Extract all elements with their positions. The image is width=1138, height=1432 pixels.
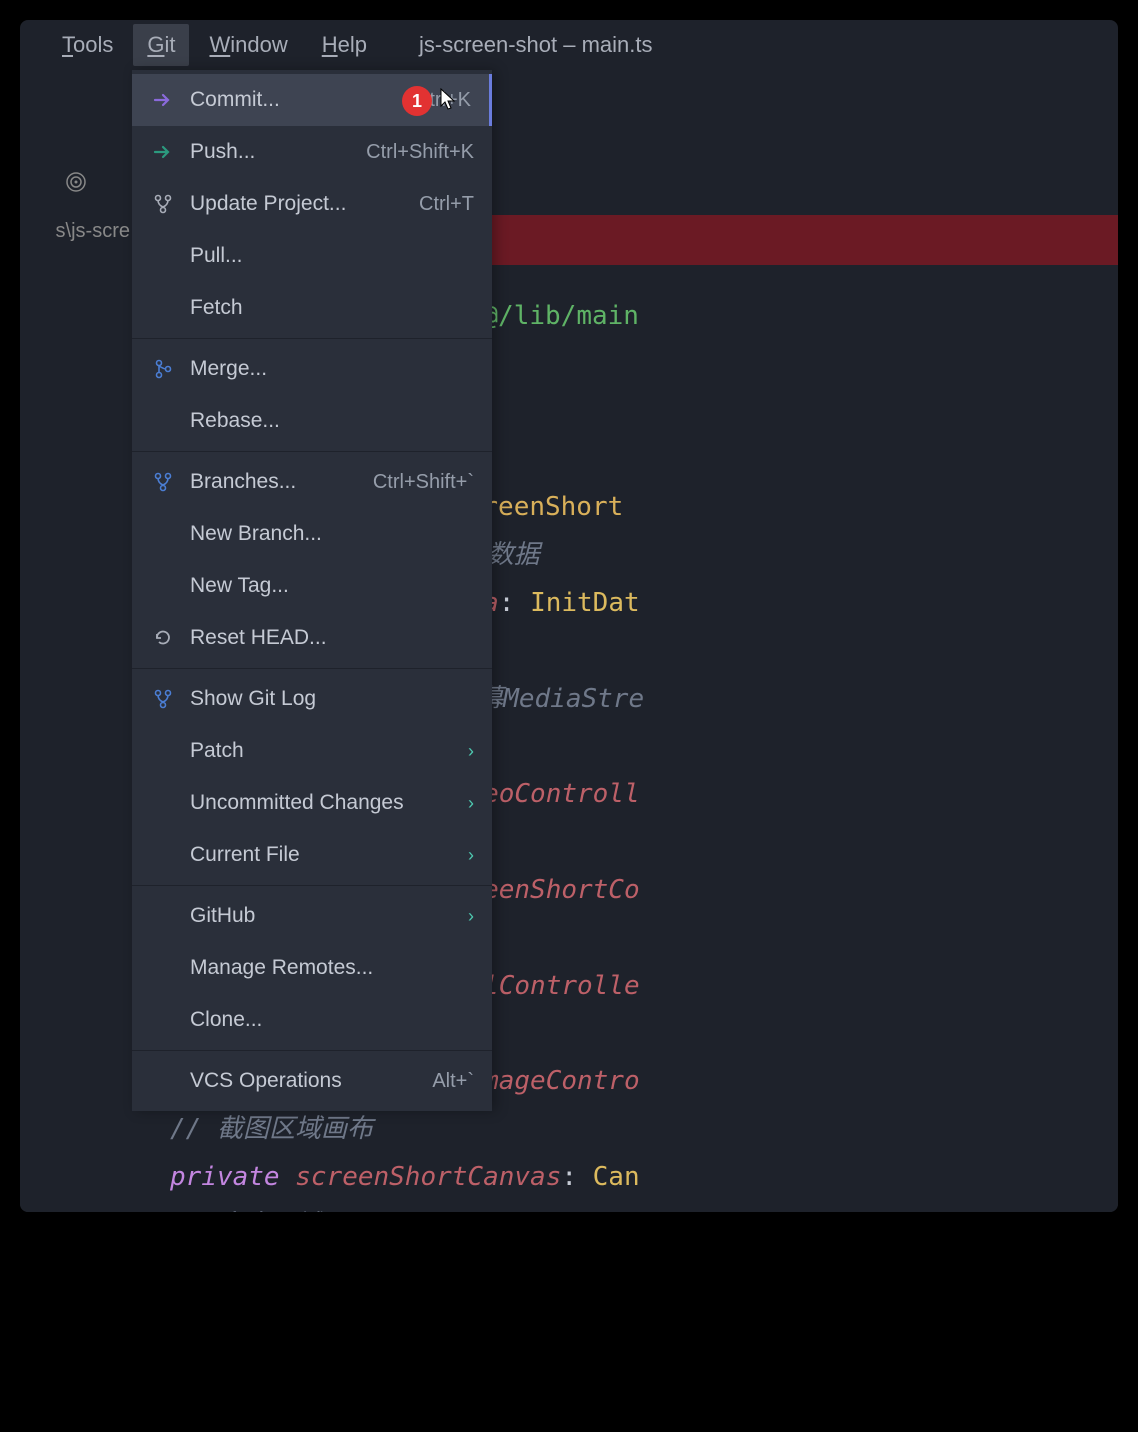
menu-item-label: Commit...: [190, 88, 415, 112]
menu-item-label: Uncommitted Changes: [190, 791, 468, 815]
menu-tools[interactable]: Tools: [48, 24, 127, 66]
menu-item-current-file[interactable]: Current File›: [132, 829, 492, 881]
menu-item-uncommitted-changes[interactable]: Uncommitted Changes›: [132, 777, 492, 829]
menu-item-pull[interactable]: Pull...: [132, 230, 492, 282]
menu-item-label: Show Git Log: [190, 687, 474, 711]
submenu-arrow-icon: ›: [468, 845, 474, 866]
menu-item-vcs-operations[interactable]: VCS OperationsAlt+`: [132, 1055, 492, 1107]
menu-item-commit[interactable]: Commit...Ctrl+K1: [132, 74, 492, 126]
menu-item-github[interactable]: GitHub›: [132, 890, 492, 942]
menu-item-label: VCS Operations: [190, 1069, 432, 1093]
menu-item-label: Current File: [190, 843, 468, 867]
menu-item-new-branch[interactable]: New Branch...: [132, 508, 492, 560]
ide-window: Tools Git Window Help js-screen-shot – m…: [20, 20, 1118, 1212]
menu-shortcut: Alt+`: [432, 1070, 474, 1093]
menu-item-label: Pull...: [190, 244, 474, 268]
commit-arrow-icon: [150, 91, 176, 109]
menu-item-label: New Branch...: [190, 522, 474, 546]
submenu-arrow-icon: ›: [468, 906, 474, 927]
reset-icon: [150, 628, 176, 648]
menu-separator: [132, 668, 492, 669]
menu-item-label: Update Project...: [190, 192, 419, 216]
submenu-arrow-icon: ›: [468, 741, 474, 762]
menu-git[interactable]: Git: [133, 24, 189, 66]
menu-item-fetch[interactable]: Fetch: [132, 282, 492, 334]
menu-item-label: Rebase...: [190, 409, 474, 433]
menu-item-label: New Tag...: [190, 574, 474, 598]
menu-separator: [132, 338, 492, 339]
branch-v-icon: [150, 472, 176, 492]
target-icon[interactable]: [20, 170, 132, 200]
menu-item-clone[interactable]: Clone...: [132, 994, 492, 1046]
window-title: js-screen-shot – main.ts: [419, 32, 653, 58]
menu-item-new-tag[interactable]: New Tag...: [132, 560, 492, 612]
menu-item-label: Patch: [190, 739, 468, 763]
menu-shortcut: Ctrl+Shift+K: [366, 141, 474, 164]
menu-shortcut: Ctrl+T: [419, 193, 474, 216]
content-area: s\js-scre Commit...Ctrl+K1Push...Ctrl+Sh…: [20, 70, 1118, 1212]
menubar: Tools Git Window Help js-screen-shot – m…: [20, 20, 1118, 70]
menu-item-merge[interactable]: Merge...: [132, 343, 492, 395]
merge-icon: [150, 359, 176, 379]
menu-item-patch[interactable]: Patch›: [132, 725, 492, 777]
menu-item-manage-remotes[interactable]: Manage Remotes...: [132, 942, 492, 994]
menu-item-label: Reset HEAD...: [190, 626, 474, 650]
push-arrow-icon: [150, 143, 176, 161]
menu-item-label: Branches...: [190, 470, 373, 494]
menu-shortcut: Ctrl+Shift+`: [373, 471, 474, 494]
git-dropdown-menu: Commit...Ctrl+K1Push...Ctrl+Shift+KUpdat…: [132, 70, 492, 1111]
menu-item-update-project[interactable]: Update Project...Ctrl+T: [132, 178, 492, 230]
menu-item-label: Push...: [190, 140, 366, 164]
menu-item-branches[interactable]: Branches...Ctrl+Shift+`: [132, 456, 492, 508]
left-sidebar: s\js-scre: [20, 70, 132, 1212]
branch-v-icon: [150, 194, 176, 214]
menu-item-label: GitHub: [190, 904, 468, 928]
cursor-icon: [440, 88, 458, 110]
menu-item-rebase[interactable]: Rebase...: [132, 395, 492, 447]
project-label: s\js-scre: [20, 220, 132, 243]
menu-separator: [132, 451, 492, 452]
menu-item-label: Merge...: [190, 357, 474, 381]
menu-item-label: Manage Remotes...: [190, 956, 474, 980]
submenu-arrow-icon: ›: [468, 793, 474, 814]
annotation-badge: 1: [402, 86, 432, 116]
menu-item-show-git-log[interactable]: Show Git Log: [132, 673, 492, 725]
menu-separator: [132, 1050, 492, 1051]
menu-help[interactable]: Help: [308, 24, 381, 66]
menu-window[interactable]: Window: [195, 24, 301, 66]
menu-item-reset-head[interactable]: Reset HEAD...: [132, 612, 492, 664]
menu-separator: [132, 885, 492, 886]
menu-item-push[interactable]: Push...Ctrl+Shift+K: [132, 126, 492, 178]
branch-v-icon: [150, 689, 176, 709]
menu-item-label: Clone...: [190, 1008, 474, 1032]
menu-item-label: Fetch: [190, 296, 474, 320]
